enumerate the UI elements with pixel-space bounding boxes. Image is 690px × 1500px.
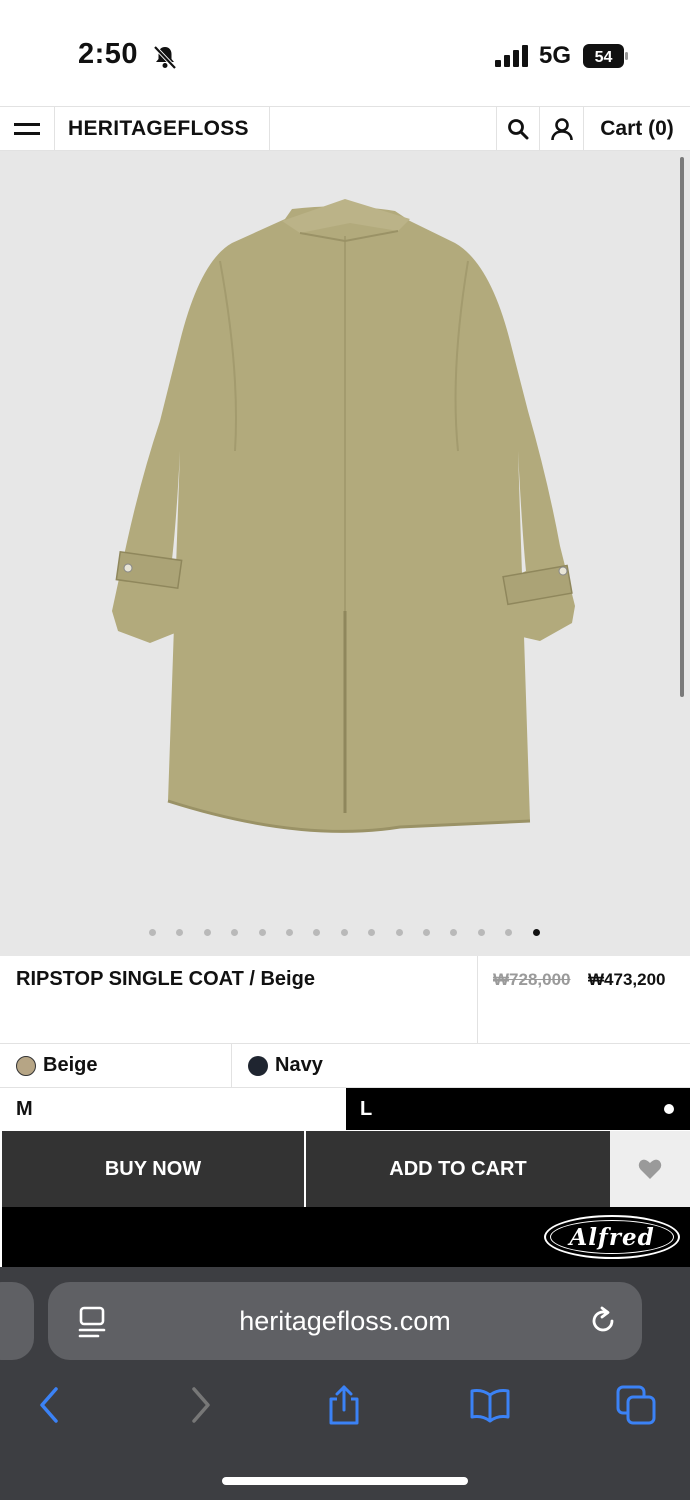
url-text: heritagefloss.com <box>239 1306 451 1336</box>
heart-icon <box>638 1159 662 1179</box>
previous-tab-peek[interactable] <box>0 1282 34 1360</box>
forward-icon[interactable] <box>180 1385 220 1425</box>
browser-chrome: heritagefloss.com <box>0 1267 690 1500</box>
product-gallery[interactable] <box>0 151 690 956</box>
selected-indicator <box>664 1104 674 1114</box>
back-icon[interactable] <box>30 1385 70 1425</box>
battery-level: 54 <box>595 49 613 66</box>
home-indicator[interactable] <box>222 1477 468 1485</box>
product-info: RIPSTOP SINGLE COAT / Beige ₩728,000 ₩47… <box>0 956 690 1044</box>
menu-icon <box>14 122 40 135</box>
status-bar: 2:50 5G 54 <box>0 0 690 106</box>
sale-price: ₩473,200 <box>588 970 666 989</box>
color-label: Navy <box>275 1054 323 1076</box>
color-options: Beige Navy <box>0 1044 690 1088</box>
add-to-cart-button[interactable]: ADD TO CART <box>306 1131 610 1207</box>
search-icon <box>508 118 529 139</box>
original-price: ₩728,000 <box>493 970 571 989</box>
logo-text: Alfred <box>569 1223 655 1251</box>
color-option-navy[interactable]: Navy <box>231 1044 690 1087</box>
gallery-dot[interactable] <box>368 929 376 936</box>
status-time: 2:50 <box>78 38 139 70</box>
size-options: M L <box>0 1088 690 1130</box>
site-header: HERITAGEFLOSS Cart (0) <box>0 106 690 151</box>
size-option-m[interactable]: M <box>0 1088 346 1130</box>
address-bar[interactable]: heritagefloss.com <box>48 1282 642 1360</box>
signal-icon <box>495 45 528 67</box>
color-swatch <box>16 1055 36 1076</box>
price-box: ₩728,000 ₩473,200 <box>477 956 690 1044</box>
search-button[interactable] <box>496 107 540 150</box>
gallery-dot[interactable] <box>258 929 266 936</box>
gallery-dot[interactable] <box>149 929 156 936</box>
gallery-pagination <box>0 929 690 939</box>
gallery-dot[interactable] <box>395 929 403 936</box>
alfred-logo[interactable]: Alfred <box>544 1215 680 1259</box>
buy-now-button[interactable]: BUY NOW <box>2 1131 304 1207</box>
bookmarks-icon[interactable] <box>470 1385 510 1425</box>
purchase-actions: BUY NOW ADD TO CART <box>0 1131 690 1207</box>
gallery-dot[interactable] <box>176 929 184 936</box>
gallery-dot[interactable] <box>340 929 348 936</box>
gallery-dot[interactable] <box>505 929 513 936</box>
gallery-dot[interactable] <box>231 929 239 936</box>
gallery-dot[interactable] <box>477 929 485 936</box>
reload-icon[interactable] <box>588 1306 618 1336</box>
size-label: L <box>360 1098 373 1120</box>
color-swatch <box>248 1055 268 1076</box>
cart-link[interactable]: Cart (0) <box>584 107 690 150</box>
wishlist-button[interactable] <box>610 1131 690 1207</box>
scrollbar[interactable] <box>680 157 684 697</box>
account-icon <box>550 117 573 140</box>
gallery-dot[interactable] <box>423 929 430 936</box>
size-option-l[interactable]: L <box>346 1088 690 1130</box>
share-icon[interactable] <box>324 1385 364 1425</box>
product-title: RIPSTOP SINGLE COAT / Beige <box>16 968 315 990</box>
tabs-icon[interactable] <box>616 1385 656 1425</box>
gallery-dot[interactable] <box>532 929 540 936</box>
menu-button[interactable] <box>0 107 55 150</box>
product-image <box>112 199 575 833</box>
account-button[interactable] <box>540 107 584 150</box>
color-option-beige[interactable]: Beige <box>16 1044 231 1087</box>
footer-banner: Alfred <box>2 1207 690 1267</box>
gallery-dot[interactable] <box>203 929 211 936</box>
color-label: Beige <box>43 1054 98 1076</box>
gallery-dot[interactable] <box>286 929 293 936</box>
gallery-dot[interactable] <box>313 929 321 936</box>
bell-slash-icon <box>153 45 177 70</box>
battery-icon: 54 <box>583 44 628 68</box>
gallery-dot[interactable] <box>450 929 458 936</box>
network-label: 5G <box>539 42 572 69</box>
brand-logo[interactable]: HERITAGEFLOSS <box>55 107 270 150</box>
